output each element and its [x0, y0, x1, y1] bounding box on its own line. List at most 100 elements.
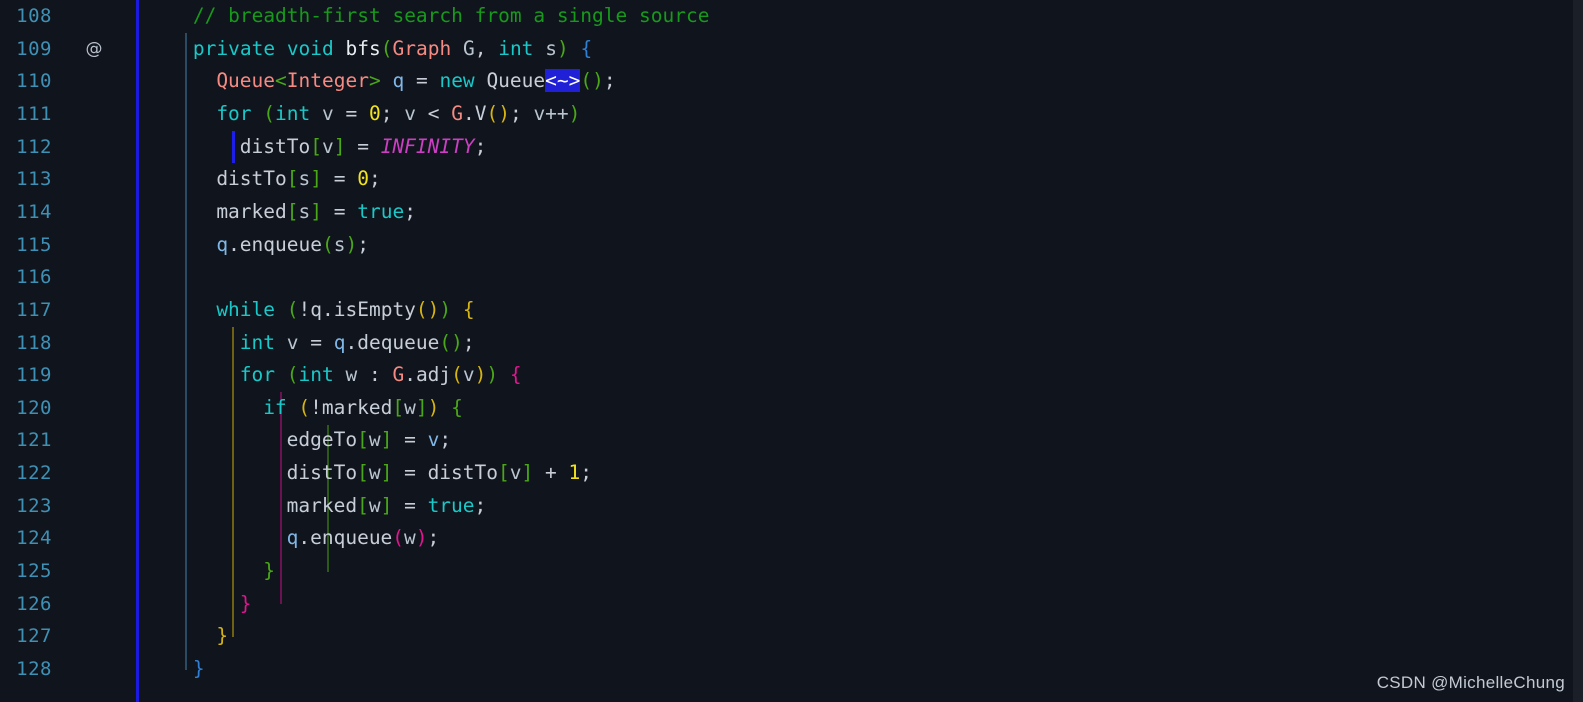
- code-token: }: [239, 591, 252, 615]
- code-token: =: [392, 428, 428, 452]
- code-editor[interactable]: 108 // breadth-first search from a single…: [0, 0, 1583, 702]
- code-text[interactable]: distTo[w] = distTo[v] + 1;: [287, 457, 592, 490]
- code-token: void: [286, 36, 334, 60]
- code-line[interactable]: 118 int v = q.dequeue();: [0, 327, 1583, 360]
- code-token: Queue: [486, 69, 546, 93]
- code-token: =: [392, 493, 428, 517]
- line-number: 111: [16, 102, 52, 125]
- code-text[interactable]: distTo[s] = 0;: [216, 163, 380, 196]
- code-token: >: [368, 69, 381, 93]
- code-token: ;: [474, 134, 487, 158]
- code-token: true: [357, 199, 405, 223]
- line-number: 112: [16, 135, 52, 158]
- code-token: {: [509, 363, 522, 387]
- line-number: 113: [16, 168, 52, 191]
- code-line[interactable]: 115 q.enqueue(s);: [0, 229, 1583, 262]
- code-line[interactable]: 111 for (int v = 0; v < G.V(); v++): [0, 98, 1583, 131]
- code-token: !q: [298, 297, 322, 321]
- code-token: v++: [533, 101, 569, 125]
- code-text[interactable]: for (int v = 0; v < G.V(); v++): [216, 98, 580, 131]
- code-text[interactable]: marked[s] = true;: [216, 196, 416, 229]
- code-token: for: [239, 363, 275, 387]
- code-text[interactable]: Queue<Integer> q = new Queue<~>();: [216, 65, 616, 98]
- code-line[interactable]: 112 distTo[v] = INFINITY;: [0, 131, 1583, 164]
- code-token: (): [415, 297, 440, 321]
- code-text[interactable]: for (int w : G.adj(v)) {: [240, 359, 522, 392]
- code-token: ;: [462, 330, 475, 354]
- code-token: v: [321, 134, 334, 158]
- code-text[interactable]: // breadth-first search from a single so…: [193, 0, 710, 33]
- code-text[interactable]: q.enqueue(w);: [287, 522, 440, 555]
- line-number: 118: [16, 331, 52, 354]
- code-token: [: [357, 493, 369, 517]
- code-line[interactable]: 113 distTo[s] = 0;: [0, 163, 1583, 196]
- code-line[interactable]: 124 q.enqueue(w);: [0, 522, 1583, 555]
- code-line[interactable]: 116: [0, 261, 1583, 294]
- code-token: }: [216, 624, 229, 648]
- code-text[interactable]: if (!marked[w]) {: [263, 392, 463, 425]
- code-token: .isEmpty: [322, 297, 416, 321]
- code-text[interactable]: while (!q.isEmpty()) {: [216, 294, 474, 327]
- code-token: :: [357, 363, 393, 387]
- editor-scrollbar[interactable]: [1573, 0, 1583, 702]
- code-line[interactable]: 122 distTo[w] = distTo[v] + 1;: [0, 457, 1583, 490]
- at-sign-icon[interactable]: @: [82, 33, 106, 66]
- code-text[interactable]: int v = q.dequeue();: [240, 327, 475, 360]
- code-token: =: [333, 101, 370, 125]
- code-token: new: [439, 69, 475, 93]
- code-line[interactable]: 123 marked[w] = true;: [0, 490, 1583, 523]
- code-token: =: [415, 69, 428, 93]
- code-line[interactable]: 108 // breadth-first search from a single…: [0, 0, 1583, 33]
- code-text[interactable]: q.enqueue(s);: [216, 229, 369, 262]
- line-number: 122: [16, 462, 52, 485]
- code-token: }: [263, 559, 275, 583]
- code-text[interactable]: }: [193, 653, 205, 686]
- code-token: [: [286, 167, 299, 191]
- code-line[interactable]: 128}: [0, 653, 1583, 686]
- code-token: .enqueue: [228, 232, 322, 256]
- code-token: {: [580, 36, 593, 60]
- line-number: 108: [16, 5, 52, 27]
- code-line[interactable]: 126}: [0, 588, 1583, 621]
- code-token: s: [298, 167, 311, 191]
- line-number: 114: [16, 200, 52, 223]
- code-token: (: [451, 363, 463, 387]
- code-token: [: [357, 428, 369, 452]
- code-line[interactable]: 110 Queue<Integer> q = new Queue<~>();: [0, 65, 1583, 98]
- code-token: <: [416, 101, 452, 125]
- code-line[interactable]: 125}: [0, 555, 1583, 588]
- code-token: (: [321, 232, 334, 256]
- code-line[interactable]: 119 for (int w : G.adj(v)) {: [0, 359, 1583, 392]
- code-token: (): [580, 69, 604, 93]
- code-token: ]: [521, 461, 534, 485]
- code-token: .dequeue: [345, 330, 440, 354]
- code-text[interactable]: distTo[v] = INFINITY;: [240, 131, 487, 164]
- code-token: edgeTo: [286, 428, 358, 452]
- code-token: =: [322, 167, 358, 191]
- code-text[interactable]: edgeTo[w] = v;: [287, 424, 451, 457]
- code-line[interactable]: 109 @ private void bfs(Graph G, int s) {: [0, 33, 1583, 66]
- code-text[interactable]: }: [263, 555, 275, 588]
- code-line[interactable]: 120 if (!marked[w]) {: [0, 392, 1583, 425]
- code-line[interactable]: 121 edgeTo[w] = v;: [0, 424, 1583, 457]
- code-token: =: [392, 461, 428, 485]
- code-token: =: [322, 199, 358, 223]
- code-text[interactable]: private void bfs(Graph G, int s) {: [193, 33, 592, 66]
- code-token: =: [298, 330, 334, 354]
- code-line[interactable]: 127}: [0, 620, 1583, 653]
- code-text[interactable]: }: [216, 620, 228, 653]
- code-line[interactable]: 114 marked[s] = true;: [0, 196, 1583, 229]
- code-text[interactable]: }: [240, 588, 252, 621]
- code-token: ]: [380, 493, 393, 517]
- line-number: 128: [16, 658, 52, 680]
- code-token: (: [286, 363, 299, 387]
- code-token: [: [357, 461, 369, 485]
- code-line[interactable]: 117 while (!q.isEmpty()) {: [0, 294, 1583, 327]
- code-text[interactable]: marked[w] = true;: [287, 490, 487, 523]
